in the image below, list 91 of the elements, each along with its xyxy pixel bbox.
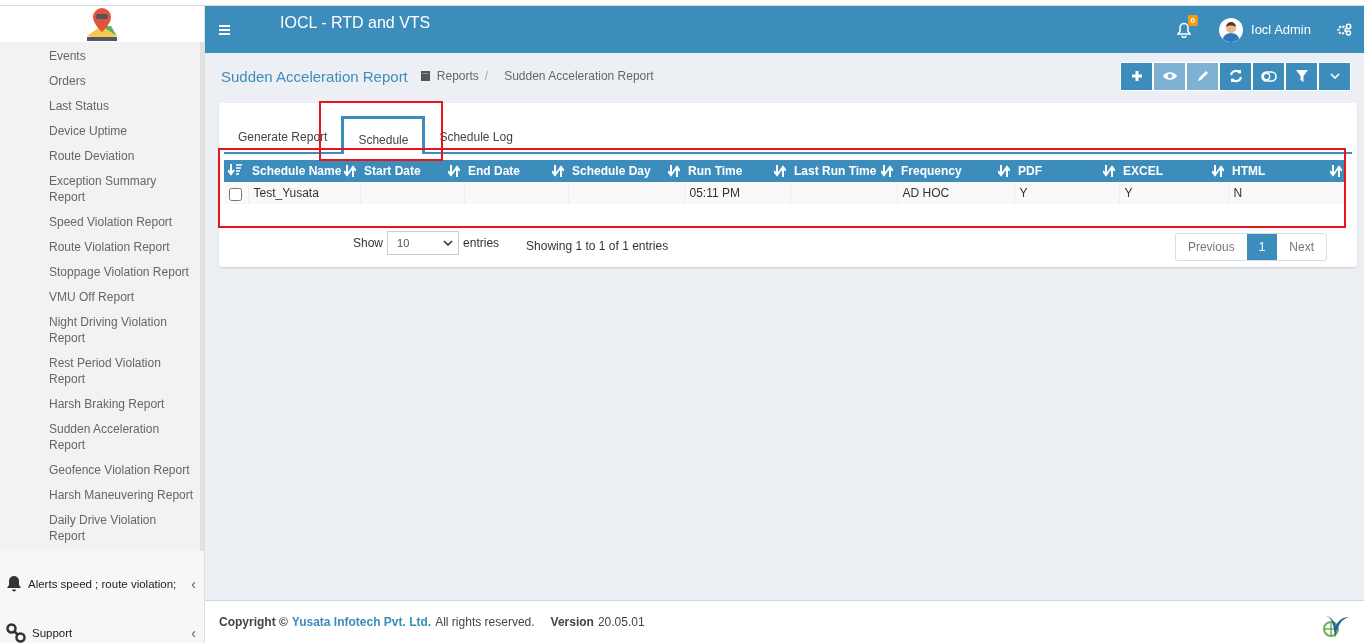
column-header[interactable]: End Date: [464, 160, 568, 182]
book-icon: [420, 71, 430, 81]
version-number: 20.05.01: [597, 615, 645, 629]
version-label: Version: [550, 615, 594, 629]
copyright-text: Copyright ©: [219, 615, 288, 629]
toolbar-button[interactable]: [1318, 61, 1351, 91]
column-header[interactable]: Schedule Name: [248, 160, 360, 182]
entries-select[interactable]: 10: [387, 231, 460, 255]
column-header[interactable]: Last Run Time: [790, 160, 897, 182]
column-header[interactable]: PDF: [1014, 160, 1119, 182]
sort-icon[interactable]: [1329, 165, 1342, 177]
row-checkbox[interactable]: [229, 188, 243, 201]
column-header[interactable]: Frequency: [897, 160, 1014, 182]
toolbar-button[interactable]: [1120, 61, 1153, 91]
toggle-icon: [1260, 70, 1277, 82]
gears-icon[interactable]: [1337, 23, 1352, 36]
breadcrumb-separator: /: [484, 69, 489, 83]
user-name[interactable]: Iocl Admin: [1251, 22, 1311, 37]
toolbar-button[interactable]: [1252, 61, 1285, 91]
sort-icon[interactable]: [552, 165, 564, 177]
sidebar-section[interactable]: Alerts speed ; route violation; ‹: [0, 559, 204, 608]
sidebar-section[interactable]: Support ‹: [0, 608, 204, 643]
plus-icon: [1130, 70, 1143, 82]
company-link[interactable]: Yusata Infotech Pvt. Ltd.: [291, 615, 432, 629]
sidebar-item[interactable]: Events: [49, 46, 195, 71]
sort-icon[interactable]: [448, 165, 460, 177]
column-header[interactable]: Schedule Day: [568, 160, 684, 182]
section-label: Support: [32, 626, 74, 639]
map-pin-logo-icon: [85, 6, 119, 42]
sort-descending-icon[interactable]: [228, 163, 242, 176]
sidebar-item[interactable]: Harsh Maneuvering Report: [49, 485, 195, 510]
page-button[interactable]: Next: [1277, 234, 1326, 260]
rights-text: All rights reserved.: [435, 615, 535, 629]
sidebar-item[interactable]: Rest Period Violation Report: [49, 353, 195, 394]
table-cell: Y: [1014, 182, 1119, 204]
column-header[interactable]: EXCEL: [1119, 160, 1228, 182]
table-cell: Test_Yusata: [248, 182, 360, 204]
table-cell: Y: [1119, 182, 1228, 204]
bell-icon[interactable]: [1177, 21, 1191, 38]
refresh-icon: [1228, 69, 1243, 83]
breadcrumb-link[interactable]: Reports: [420, 69, 479, 83]
user-avatar-icon[interactable]: [1219, 17, 1243, 42]
sidebar-item[interactable]: Daily Drive Violation Report: [49, 510, 195, 551]
table-info: Showing 1 to 1 of 1 entries: [526, 239, 669, 253]
caret-icon: ‹: [191, 624, 196, 641]
sidebar-item[interactable]: Device Uptime: [49, 121, 195, 146]
column-header[interactable]: Run Time: [684, 160, 790, 182]
sidebar-item[interactable]: Orders: [49, 71, 195, 96]
sort-icon[interactable]: [344, 165, 356, 177]
table-cell: AD HOC: [897, 182, 1014, 204]
sidebar-item[interactable]: VMU Off Report: [49, 287, 195, 312]
sidebar-item[interactable]: Speed Violation Report: [49, 212, 195, 237]
chevron-down-icon: [443, 240, 454, 246]
sort-icon[interactable]: [881, 165, 893, 177]
app-title: IOCL - RTD and VTS: [280, 13, 431, 32]
show-label: Show: [353, 236, 384, 250]
sort-icon[interactable]: [998, 165, 1010, 177]
chain-link-icon: [6, 622, 26, 643]
table-cell: N: [1228, 182, 1346, 204]
sort-icon[interactable]: [774, 165, 786, 177]
toolbar-button[interactable]: [1285, 61, 1318, 91]
page-button[interactable]: 1: [1246, 234, 1278, 260]
sidebar-item[interactable]: Geofence Violation Report: [49, 460, 195, 485]
table-cell: 05:11 PM: [684, 182, 790, 204]
notification-badge: 0: [1187, 14, 1198, 26]
sort-icon[interactable]: [1212, 165, 1224, 177]
entries-label: entries: [463, 236, 500, 250]
sidebar-item[interactable]: Harsh Braking Report: [49, 394, 195, 419]
chevron-down-icon: [1329, 73, 1340, 79]
breadcrumb-current: Sudden Acceleration Report: [504, 69, 654, 83]
sidebar-item[interactable]: Last Status: [49, 96, 195, 121]
tab[interactable]: Schedule: [341, 116, 426, 154]
sidebar-item[interactable]: Route Deviation: [49, 146, 195, 171]
page-title: Sudden Acceleration Report: [221, 67, 408, 85]
sidebar-item[interactable]: Sudden Acceleration Report: [49, 419, 195, 460]
pencil-icon: [1195, 69, 1210, 83]
eye-icon: [1161, 70, 1178, 82]
filter-icon: [1295, 70, 1308, 82]
sidebar-item[interactable]: Exception Summary Report: [49, 171, 195, 212]
bell-icon: [6, 575, 22, 592]
sort-icon[interactable]: [668, 165, 680, 177]
sidebar-item[interactable]: Stoppage Violation Report: [49, 262, 195, 287]
page-button[interactable]: Previous: [1175, 234, 1247, 260]
sidebar-item[interactable]: Route Violation Report: [49, 237, 195, 262]
toolbar-button[interactable]: [1219, 61, 1252, 91]
column-header[interactable]: HTML: [1228, 160, 1346, 182]
column-header[interactable]: Start Date: [360, 160, 464, 182]
sidebar-item[interactable]: Night Driving Violation Report: [49, 312, 195, 353]
caret-icon: ‹: [191, 575, 196, 592]
sort-icon[interactable]: [1103, 165, 1115, 177]
section-label: Alerts speed ; route violation;: [28, 577, 178, 590]
